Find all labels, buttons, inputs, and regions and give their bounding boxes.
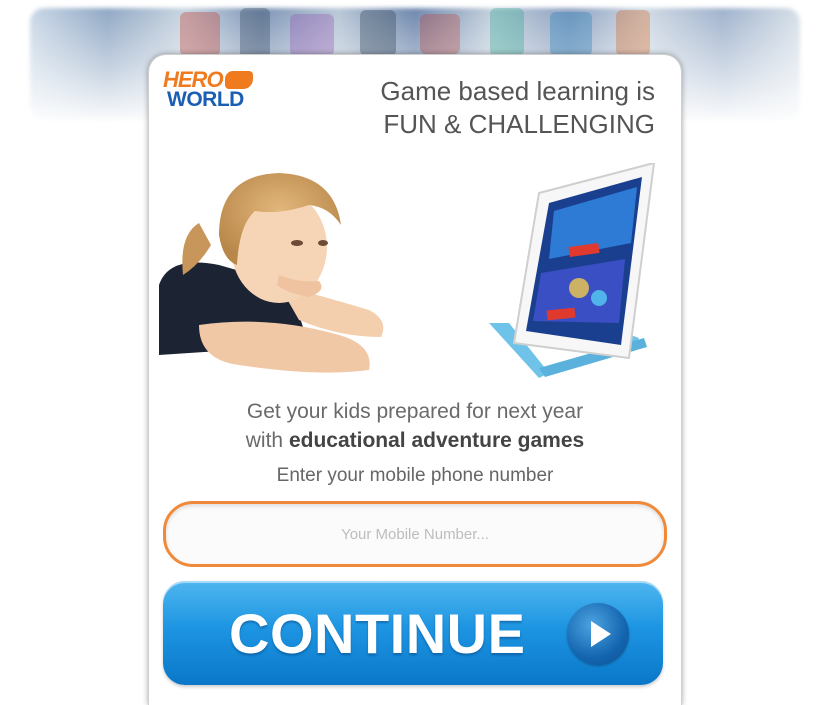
- headline-line-1: Game based learning is: [380, 76, 655, 106]
- signup-card: HERO WORLD Game based learning is FUN & …: [148, 54, 682, 705]
- value-line-2-prefix: with: [245, 429, 289, 452]
- value-line-2: with educational adventure games: [149, 426, 681, 455]
- phone-prompt: Enter your mobile phone number: [276, 465, 554, 486]
- tablet-game-illustration: [489, 163, 656, 378]
- logo-badge-shape: [225, 71, 253, 89]
- hero-world-logo[interactable]: HERO WORLD: [163, 69, 253, 115]
- logo-line-2: WORLD: [167, 88, 244, 111]
- value-line-2-emphasis: educational adventure games: [288, 429, 585, 452]
- continue-label: CONTINUE: [229, 602, 526, 665]
- play-icon: [567, 603, 629, 665]
- mobile-number-input[interactable]: [163, 501, 667, 567]
- child-photo: [159, 173, 384, 373]
- background-characters: [180, 8, 650, 58]
- value-line-1: Get your kids prepared for next year: [246, 400, 584, 423]
- value-proposition: Get your kids prepared for next year wit…: [149, 397, 681, 455]
- play-triangle-shape: [591, 621, 611, 647]
- continue-button[interactable]: CONTINUE: [163, 581, 663, 685]
